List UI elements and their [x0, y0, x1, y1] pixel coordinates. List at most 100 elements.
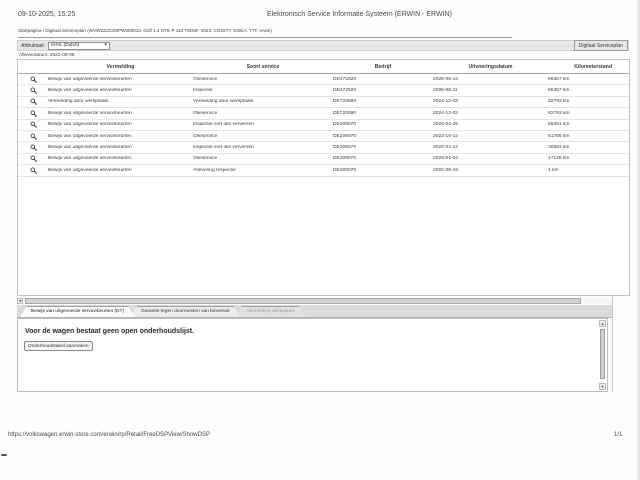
tab-vermelding-werkplaats[interactable]: Vermelding werkplaats: [236, 306, 306, 317]
table-body: Bewijs van uitgevoerde servicebeurten Ol…: [18, 74, 629, 177]
row-icon-cell: [18, 155, 48, 163]
cell-soort-service: Inspectie met olie verversen: [193, 145, 333, 150]
cell-vermelding: Bewijs van uitgevoerde servicebeurten: [48, 168, 193, 173]
scroll-up-icon[interactable]: ▲: [599, 320, 606, 327]
cell-vermelding: Bewijs van uitgevoerde servicebeurten: [48, 77, 193, 82]
cell-uitvoeringsdatum: 2023-01-04: [433, 156, 548, 161]
row-icon-cell: [18, 109, 48, 117]
cell-kilometerstand: 1 km: [548, 168, 614, 173]
breadcrumb[interactable]: Startpagina / Digitaal Serviceplan (WVWZ…: [18, 28, 512, 38]
cell-bedrijf: DE209070: [333, 122, 433, 127]
cell-soort-service: Vermelding door werkplaats: [193, 99, 333, 104]
cell-soort-service: Olieservice: [193, 134, 333, 139]
cell-bedrijf: DE472520: [333, 77, 433, 82]
cell-uitvoeringsdatum: 2025-08-11: [433, 88, 548, 93]
cell-vermelding: Bewijs van uitgevoerde servicebeurten: [48, 134, 193, 139]
footer-page-number: 1/1: [614, 432, 622, 438]
magnifier-icon[interactable]: [29, 144, 37, 152]
page-title: Elektronisch Service Informatie Systeem …: [267, 11, 452, 18]
cell-vermelding: Bewijs van uitgevoerde servicebeurten: [48, 122, 193, 127]
cell-vermelding: Vermelding door werkplaats: [48, 99, 193, 104]
column-header-vermelding: Vermelding: [48, 64, 193, 70]
magnifier-icon[interactable]: [29, 121, 37, 129]
tab-strip: Bewijs van uitgevoerde servicebeurten (D…: [17, 305, 613, 318]
magnifier-icon[interactable]: [29, 98, 37, 106]
cell-kilometerstand: 82793 km: [548, 99, 614, 104]
magnifier-icon[interactable]: [29, 166, 37, 174]
cell-vermelding: Bewijs van uitgevoerde servicebeurten: [48, 111, 193, 116]
cell-kilometerstand: 30583 km: [548, 145, 614, 150]
scroll-down-icon[interactable]: ▼: [599, 383, 606, 390]
table-row: Bewijs van uitgevoerde servicebeurten Ol…: [18, 154, 629, 165]
table-row: Bewijs van uitgevoerde servicebeurten Af…: [18, 165, 629, 176]
magnifier-icon[interactable]: [29, 109, 37, 117]
column-header-kilometerstand: Kilometerstand: [548, 64, 614, 70]
horizontal-scroll-thumb[interactable]: [25, 298, 581, 304]
row-icon-cell: [18, 144, 48, 152]
cell-soort-service: Olieservice: [193, 77, 333, 82]
cell-bedrijf: DE720590: [333, 111, 433, 116]
maintenance-panel: Voor de wagen bestaat geen open onderhou…: [17, 318, 608, 392]
row-icon-cell: [18, 98, 48, 106]
cell-uitvoeringsdatum: 2023-10-12: [433, 134, 548, 139]
row-icon-cell: [18, 166, 48, 174]
magnifier-icon[interactable]: [29, 87, 37, 95]
table-row: Bewijs van uitgevoerde servicebeurten In…: [18, 142, 629, 153]
tab-garantie-doorroesten[interactable]: Garantie tegen doorroesten van binnenuit: [130, 306, 241, 317]
cell-kilometerstand: 96357 km: [548, 77, 614, 82]
row-icon-cell: [18, 87, 48, 95]
create-maintenance-table-button[interactable]: Onderhoudstabel aanmaken: [24, 341, 93, 351]
print-language-label: Afdruktaal:: [21, 43, 45, 49]
cell-kilometerstand: 96357 km: [548, 88, 614, 93]
table-row: Vermelding door werkplaats Vermelding do…: [18, 97, 629, 108]
cell-uitvoeringsdatum: 2022-08-19: [433, 168, 548, 173]
cell-bedrijf: DE209070: [333, 134, 433, 139]
magnifier-icon[interactable]: [29, 75, 37, 83]
horizontal-scroll-track[interactable]: [23, 298, 613, 304]
cell-bedrijf: DE209070: [333, 168, 433, 173]
cell-uitvoeringsdatum: 2024-12-03: [433, 111, 548, 116]
cell-kilometerstand: 51758 km: [548, 134, 614, 139]
cell-vermelding: Bewijs van uitgevoerde servicebeurten: [48, 156, 193, 161]
vertical-scroll-thumb[interactable]: [600, 329, 605, 379]
row-icon-cell: [18, 132, 48, 140]
cell-vermelding: Bewijs van uitgevoerde servicebeurten: [48, 88, 193, 93]
cell-soort-service: Aflevering Inspectie: [193, 168, 333, 173]
magnifier-icon[interactable]: [29, 132, 37, 140]
no-open-maintenance-message: Voor de wagen bestaat geen open onderhou…: [25, 328, 194, 335]
vertical-scrollbar: ▲ ▼: [599, 320, 606, 390]
cell-kilometerstand: 17128 km: [548, 156, 614, 161]
row-icon-cell: [18, 121, 48, 129]
magnifier-icon[interactable]: [29, 155, 37, 163]
print-language-select[interactable]: nl-NL (Dutch) ▾: [48, 42, 110, 50]
frame-right-border: [612, 296, 613, 392]
column-header-uitvoeringsdatum: Uitvoeringsdatum: [433, 64, 548, 70]
table-header-row: Vermelding Soort service Bedrijf Uitvoer…: [18, 60, 629, 74]
horizontal-scrollbar: ◄: [17, 298, 613, 304]
cell-kilometerstand: 59451 km: [548, 122, 614, 127]
cell-uitvoeringsdatum: 2024-12-03: [433, 99, 548, 104]
table-row: Bewijs van uitgevoerde servicebeurten In…: [18, 85, 629, 96]
cell-uitvoeringsdatum: 2023-04-12: [433, 145, 548, 150]
cell-uitvoeringsdatum: 2024-04-25: [433, 122, 548, 127]
print-toolbar: Afdruktaal: nl-NL (Dutch) ▾ Digitaal Ser…: [17, 40, 629, 51]
table-row: Bewijs van uitgevoerde servicebeurten In…: [18, 120, 629, 131]
table-row: Bewijs van uitgevoerde servicebeurten Ol…: [18, 108, 629, 119]
service-history-table: Vermelding Soort service Bedrijf Uitvoer…: [17, 59, 630, 296]
print-datetime: 09-10-2025, 15:25: [18, 11, 75, 18]
chevron-down-icon: ▾: [104, 43, 107, 48]
tab-bewijs-servicebeurten[interactable]: Bewijs van uitgevoerde servicebeurten (D…: [20, 306, 135, 317]
digital-serviceplan-label: Digitaal Serviceplan: [574, 40, 628, 51]
cell-bedrijf: DE720590: [333, 99, 433, 104]
cell-soort-service: Olieservice: [193, 156, 333, 161]
print-language-value: nl-NL (Dutch): [51, 43, 79, 48]
cell-vermelding: Bewijs van uitgevoerde servicebeurten: [48, 145, 193, 150]
scan-edge-shadow: [636, 0, 640, 480]
table-row: Bewijs van uitgevoerde servicebeurten Ol…: [18, 131, 629, 142]
scan-artifact: [1, 454, 7, 456]
cell-bedrijf: DE209070: [333, 145, 433, 150]
cell-uitvoeringsdatum: 2025-08-14: [433, 77, 548, 82]
column-header-bedrijf: Bedrijf: [333, 64, 433, 70]
cell-kilometerstand: 82793 km: [548, 111, 614, 116]
delivery-date: Afleverdatum: 2022-08-06: [19, 53, 74, 58]
